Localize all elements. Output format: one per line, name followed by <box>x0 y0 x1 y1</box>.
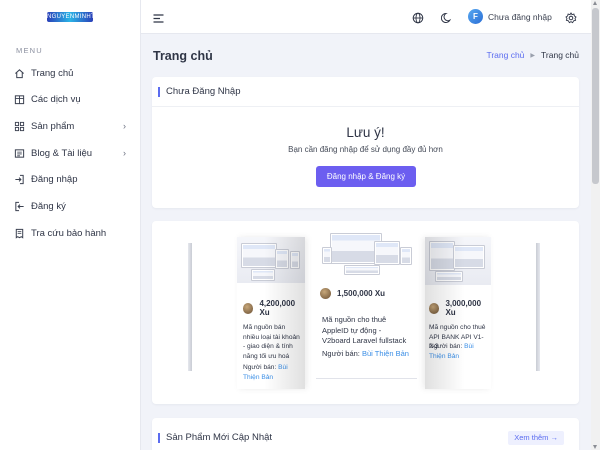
product-description: Mã nguồn bán nhiều loại tài khoản - giao… <box>243 324 300 360</box>
product-description: Mã nguồn cho thuê AppleID tự động - V2bo… <box>322 315 407 345</box>
login-card: Chưa Đăng Nhập Lưu ý! Bạn cần đăng nhập … <box>152 77 579 208</box>
sidebar-item-label: Tra cứu bảo hành <box>31 227 107 239</box>
product-image <box>316 231 417 278</box>
logo[interactable]: NGUYENMINHTAM <box>0 0 140 34</box>
page-scrollbar[interactable] <box>591 0 600 450</box>
page-title: Trang chủ <box>153 49 213 63</box>
scroll-up-icon[interactable] <box>593 1 597 5</box>
breadcrumb-current: Trang chủ <box>541 50 579 60</box>
product-image <box>425 237 491 285</box>
product-seller: Người bán: Bùi Thiện Bản <box>322 349 410 360</box>
home-icon <box>13 67 25 79</box>
sidebar-item-label: Blog & Tài liệu <box>31 147 93 159</box>
receipt-icon <box>13 227 25 239</box>
product-carousel: 4,200,000 Xu Mã nguồn bán nhiều loại tài… <box>152 221 579 404</box>
logo-image: NGUYENMINHTAM <box>47 12 93 22</box>
login-register-button[interactable]: Đăng nhập & Đăng ký <box>316 166 416 187</box>
carousel-slide-edge[interactable] <box>188 243 192 371</box>
sidebar-item-home[interactable]: Trang chủ <box>0 65 140 81</box>
chevron-right-icon: › <box>123 121 126 132</box>
sidebar-item-services[interactable]: Các dịch vụ <box>0 92 140 108</box>
language-icon[interactable] <box>412 11 424 24</box>
sidebar-item-label: Trang chủ <box>31 67 74 79</box>
sidebar-item-login[interactable]: Đăng nhập <box>0 172 140 188</box>
see-more-button[interactable]: Xem thêm → <box>508 431 564 445</box>
user-name: Chưa đăng nhập <box>488 11 552 22</box>
menu-heading: MENU <box>16 46 43 55</box>
new-products-title: Sản Phẩm Mới Cập Nhật <box>158 433 272 443</box>
sidebar-item-label: Sản phẩm <box>31 120 75 132</box>
product-card[interactable]: 4,200,000 Xu Mã nguồn bán nhiều loại tài… <box>237 237 305 389</box>
seller-avatar <box>243 302 254 314</box>
user-menu[interactable]: F Chưa đăng nhập <box>468 9 552 24</box>
register-icon <box>13 200 25 212</box>
sidebar: NGUYENMINHTAM MENU Trang chủ Các dịch vụ… <box>0 0 141 450</box>
product-price: 1,500,000 Xu <box>337 289 386 298</box>
scroll-down-icon[interactable] <box>593 445 597 449</box>
product-card[interactable]: 1,500,000 Xu Mã nguồn cho thuê AppleID t… <box>316 231 417 379</box>
product-price: 4,200,000 Xu <box>259 299 296 317</box>
topbar: F Chưa đăng nhập <box>141 0 600 34</box>
seller-avatar <box>320 288 331 299</box>
sidebar-item-label: Đăng ký <box>31 200 66 212</box>
menu-icon[interactable] <box>153 11 164 23</box>
product-price: 3,000,000 Xu <box>445 299 482 317</box>
breadcrumb-separator-icon: ▶ <box>530 52 536 59</box>
sidebar-item-blog[interactable]: Blog & Tài liệu › <box>0 145 140 161</box>
login-icon <box>13 174 25 186</box>
sidebar-item-label: Đăng nhập <box>31 174 78 186</box>
price-row: 4,200,000 Xu <box>237 299 305 317</box>
login-card-title: Chưa Đăng Nhập <box>158 87 241 97</box>
dark-mode-icon[interactable] <box>440 11 453 23</box>
breadcrumb-link-home[interactable]: Trang chủ <box>486 50 524 60</box>
services-icon <box>13 94 25 106</box>
price-row: 1,500,000 Xu <box>316 288 417 299</box>
sidebar-menu: Trang chủ Các dịch vụ Sản phẩm › Blog & … <box>0 65 140 241</box>
new-products-card: Sản Phẩm Mới Cập Nhật Xem thêm → <box>152 418 579 450</box>
carousel-slide-edge[interactable] <box>536 243 540 371</box>
price-row: 3,000,000 Xu <box>425 299 491 317</box>
sidebar-item-warranty[interactable]: Tra cứu bảo hành <box>0 225 140 241</box>
document-icon <box>13 147 25 159</box>
user-avatar: F <box>468 9 483 24</box>
seller-label: Người bán: <box>322 349 360 358</box>
breadcrumb: Trang chủ ▶ Trang chủ <box>486 50 579 60</box>
card-header: Chưa Đăng Nhập <box>152 77 579 107</box>
grid-icon <box>13 120 25 132</box>
seller-label: Người bán: <box>429 343 463 350</box>
seller-avatar <box>429 302 440 314</box>
product-image <box>237 237 305 283</box>
settings-icon[interactable] <box>565 11 577 24</box>
chevron-right-icon: › <box>123 148 126 159</box>
sidebar-item-register[interactable]: Đăng ký <box>0 198 140 214</box>
product-seller: Người bán: Bùi Thiện Bản <box>243 363 303 382</box>
product-card[interactable]: 3,000,000 Xu Mã nguồn cho thuê API BANK … <box>425 237 491 389</box>
sidebar-item-label: Các dịch vụ <box>31 94 81 106</box>
seller-link[interactable]: Bùi Thiện Bản <box>362 349 409 358</box>
scroll-thumb[interactable] <box>592 8 599 184</box>
seller-label: Người bán: <box>243 364 277 371</box>
notice-text: Bạn cần đăng nhập để sử dụng đầy đủ hơn <box>288 145 443 154</box>
product-seller: Người bán: Bùi Thiện Bản <box>429 342 489 361</box>
notice-title: Lưu ý! <box>346 125 385 140</box>
sidebar-item-products[interactable]: Sản phẩm › <box>0 118 140 134</box>
